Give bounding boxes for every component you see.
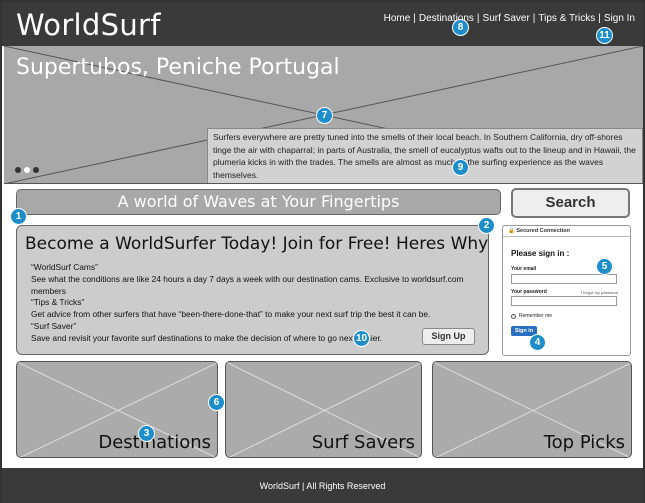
nav-sign-in[interactable]: Sign In [604, 13, 635, 24]
sign-in-title: Please sign in : [511, 249, 570, 258]
forgot-password-link[interactable]: I forgot my password [581, 290, 618, 295]
lock-icon: 🔒 [508, 228, 515, 234]
annotation-badge: 2 [478, 217, 495, 234]
promo-heading: “Tips & Tricks” [31, 297, 85, 308]
promo-text: Save and revisit your favorite surf dest… [31, 332, 383, 343]
slide-indicators [15, 167, 39, 173]
logo[interactable]: WorldSurf [16, 8, 161, 42]
promo-heading: “WorldSurf Cams” [31, 262, 98, 272]
promo-text: Get advice from other surfers that have … [31, 309, 431, 320]
top-nav: Home | Destinations | Surf Saver | Tips … [384, 13, 635, 24]
annotation-badge: 6 [208, 394, 225, 411]
sign-up-button[interactable]: Sign Up [422, 328, 475, 345]
search-button[interactable]: Search [511, 188, 630, 218]
hero-caption: Surfers everywhere are pretty tuned into… [207, 128, 643, 183]
nav-separator: | [413, 13, 416, 24]
annotation-badge: 7 [316, 107, 333, 124]
promo-title: Become a WorldSurfer Today! Join for Fre… [25, 234, 489, 254]
nav-separator: | [598, 13, 601, 24]
remember-me-label: Remember me [519, 313, 553, 319]
tile-label: Top Picks [543, 432, 625, 453]
promo-heading: “Surf Saver” [31, 320, 77, 331]
search-input[interactable]: A world of Waves at Your Fingertips [16, 189, 501, 215]
footer: WorldSurf | All Rights Reserved [2, 468, 643, 503]
secure-connection-label: 🔒 Secured Connection [503, 226, 630, 237]
promo-body: “WorldSurf Cams” See what the conditions… [31, 262, 481, 345]
nav-tips-tricks[interactable]: Tips & Tricks [538, 13, 595, 24]
nav-separator: | [532, 13, 536, 24]
promo-text: See what the conditions are like 24 hour… [31, 273, 464, 296]
tile-top-picks[interactable]: Top Picks [432, 361, 632, 458]
secure-text: Secured Connection [516, 228, 570, 234]
nav-surf-saver[interactable]: Surf Saver [483, 13, 530, 24]
sign-in-panel: 🔒 Secured Connection Please sign in : Yo… [502, 225, 631, 356]
slide-dot-active[interactable] [24, 167, 30, 173]
nav-home[interactable]: Home [384, 13, 411, 24]
annotation-badge: 5 [596, 258, 613, 275]
annotation-badge: 4 [529, 334, 546, 351]
tile-label: Surf Savers [311, 432, 415, 453]
promo-panel: Become a WorldSurfer Today! Join for Fre… [16, 225, 489, 355]
email-field[interactable] [511, 274, 617, 284]
password-field[interactable] [511, 296, 617, 306]
remember-me[interactable]: Remember me [511, 313, 552, 319]
nav-separator: | [476, 13, 480, 24]
annotation-badge: 1 [10, 208, 27, 225]
email-label: Your email [511, 266, 537, 272]
page: WorldSurf Home | Destinations | Surf Sav… [0, 0, 645, 503]
header: WorldSurf Home | Destinations | Surf Sav… [2, 2, 643, 46]
annotation-badge: 3 [138, 425, 155, 442]
hero-title: Supertubos, Peniche Portugal [16, 55, 340, 80]
tile-destinations[interactable]: Destinations [16, 361, 218, 458]
annotation-badge: 10 [353, 330, 370, 347]
slide-dot[interactable] [15, 167, 21, 173]
password-label: Your password [511, 289, 547, 295]
remember-me-radio[interactable] [511, 313, 516, 319]
annotation-badge: 9 [452, 159, 469, 176]
tile-surf-savers[interactable]: Surf Savers [225, 361, 422, 458]
slide-dot[interactable] [33, 167, 39, 173]
annotation-badge: 8 [452, 19, 469, 36]
annotation-badge: 11 [596, 27, 613, 44]
